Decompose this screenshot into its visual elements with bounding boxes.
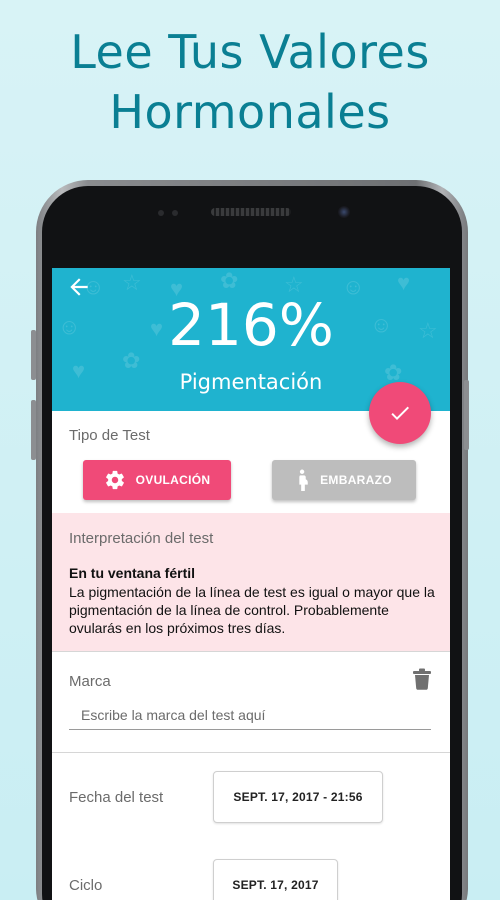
- phone-sensor: [172, 210, 178, 216]
- pregnant-woman-icon: [299, 469, 308, 491]
- phone-side-button: [464, 380, 469, 450]
- ovulation-button[interactable]: OVULACIÓN: [83, 460, 231, 500]
- brand-label: Marca: [69, 673, 111, 690]
- test-type-label: Tipo de Test: [69, 427, 150, 444]
- ovulation-button-label: OVULACIÓN: [135, 473, 211, 487]
- interpretation-title: Interpretación del test: [69, 530, 214, 547]
- promo-title-line2: Hormonales: [109, 85, 391, 139]
- pigmentation-percentage: 216%: [168, 291, 334, 359]
- pregnancy-button-label: EMBARAZO: [320, 473, 392, 487]
- check-icon: [391, 406, 409, 420]
- divider: [52, 651, 450, 652]
- phone-side-button: [31, 400, 36, 460]
- app-screen: ☺ ☆ ♥ ✿ ☆ ☺ ♥ ☺ ♥ ☺ ☆ ♥ ✿ ✿ 216% Pigment…: [52, 268, 450, 900]
- promo-title: Lee Tus Valores Hormonales: [0, 22, 500, 142]
- interpretation-heading: En tu ventana fértil: [69, 565, 196, 581]
- cycle-label: Ciclo: [69, 877, 103, 894]
- interpretation-panel: Interpretación del test En tu ventana fé…: [52, 513, 450, 651]
- trash-icon[interactable]: [412, 668, 432, 690]
- test-date-label: Fecha del test: [69, 789, 164, 806]
- cycle-date-button[interactable]: SEPT. 17, 2017: [213, 859, 338, 900]
- divider: [52, 752, 450, 753]
- phone-sensor: [158, 210, 164, 216]
- phone-camera: [338, 206, 350, 218]
- test-date-button[interactable]: SEPT. 17, 2017 - 21:56: [213, 771, 383, 823]
- brand-input[interactable]: Escribe la marca del test aquí: [69, 704, 431, 730]
- promo-title-line1: Lee Tus Valores: [70, 25, 430, 79]
- pregnancy-button[interactable]: EMBARAZO: [272, 460, 416, 500]
- interpretation-body: La pigmentación de la línea de test es i…: [69, 584, 435, 636]
- phone-speaker: [211, 208, 291, 216]
- phone-side-button: [31, 330, 36, 380]
- gear-flower-icon: [105, 470, 124, 490]
- confirm-button[interactable]: [369, 382, 431, 444]
